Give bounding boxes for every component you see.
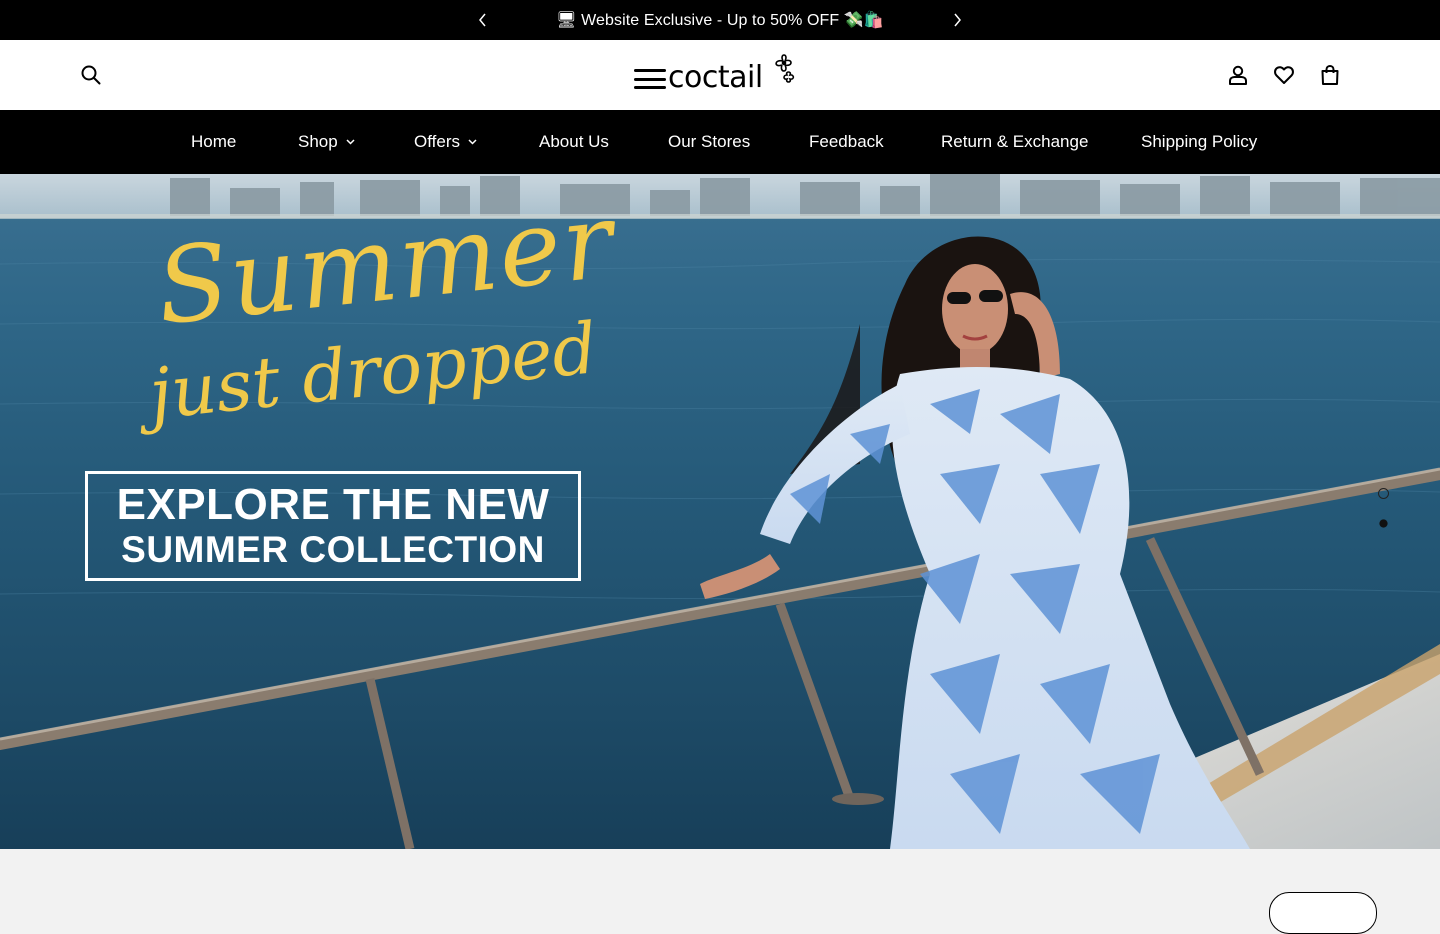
- wishlist-button[interactable]: [1272, 63, 1296, 87]
- account-icon: [1229, 65, 1247, 85]
- nav-item-shop[interactable]: Shop: [298, 110, 355, 174]
- slider-dot-1[interactable]: [1378, 488, 1389, 499]
- search-button[interactable]: [79, 63, 103, 87]
- nav-item-label: Return & Exchange: [941, 132, 1089, 151]
- nav-item-label: Feedback: [809, 132, 884, 151]
- logo-flower-icon: [775, 54, 795, 83]
- logo-menu-bars: [634, 69, 666, 89]
- nav-item-feedback[interactable]: Feedback: [809, 110, 884, 174]
- explore-collection-button[interactable]: EXPLORE THE NEW SUMMER COLLECTION: [85, 471, 581, 581]
- cta-line-1: EXPLORE THE NEW: [116, 479, 550, 529]
- nav-item-label: About Us: [539, 132, 609, 151]
- account-button[interactable]: [1226, 63, 1250, 87]
- announcement-next-button[interactable]: [947, 10, 967, 30]
- slider-pagination: [1378, 488, 1389, 548]
- main-nav: Home Shop Offers About Us Our Stores Fee…: [0, 110, 1440, 174]
- nav-item-return-exchange[interactable]: Return & Exchange: [941, 110, 1088, 174]
- nav-item-label: Offers: [414, 132, 460, 151]
- nav-item-label: Shop: [298, 132, 338, 151]
- shopping-bag-icon: [1321, 64, 1339, 85]
- chevron-down-icon: [468, 139, 477, 145]
- search-icon: [81, 65, 101, 85]
- header-actions: [1226, 63, 1342, 87]
- slider-dot-2[interactable]: [1379, 519, 1388, 528]
- cta-line-2: SUMMER COLLECTION: [121, 528, 545, 570]
- heart-icon: [1274, 66, 1294, 84]
- site-header: coctail: [0, 40, 1440, 110]
- chevron-down-icon: [346, 139, 355, 145]
- nav-item-label: Shipping Policy: [1141, 132, 1258, 151]
- chevron-right-icon: [954, 13, 961, 27]
- next-section: [0, 849, 1440, 934]
- nav-item-our-stores[interactable]: Our Stores: [668, 110, 750, 174]
- announcement-text[interactable]: 🖥 Website Exclusive - Up to 50% OFF 💸🛍️: [556, 10, 884, 30]
- announcement-bar: 🖥 Website Exclusive - Up to 50% OFF 💸🛍️: [0, 0, 1440, 40]
- logo-text: coctail: [668, 60, 763, 95]
- hero-banner[interactable]: Summer just dropped EXPLORE THE NEW SUMM…: [0, 174, 1440, 849]
- nav-item-about-us[interactable]: About Us: [539, 110, 609, 174]
- section-action-button[interactable]: [1269, 892, 1377, 934]
- nav-item-label: Our Stores: [668, 132, 751, 151]
- nav-item-offers[interactable]: Offers: [414, 110, 477, 174]
- nav-item-home[interactable]: Home: [191, 110, 236, 174]
- nav-item-shipping-policy[interactable]: Shipping Policy: [1141, 110, 1257, 174]
- site-logo[interactable]: coctail: [634, 53, 806, 97]
- nav-item-label: Home: [191, 132, 237, 151]
- cart-button[interactable]: [1318, 63, 1342, 87]
- announcement-prev-button[interactable]: [473, 10, 493, 30]
- chevron-left-icon: [479, 13, 486, 27]
